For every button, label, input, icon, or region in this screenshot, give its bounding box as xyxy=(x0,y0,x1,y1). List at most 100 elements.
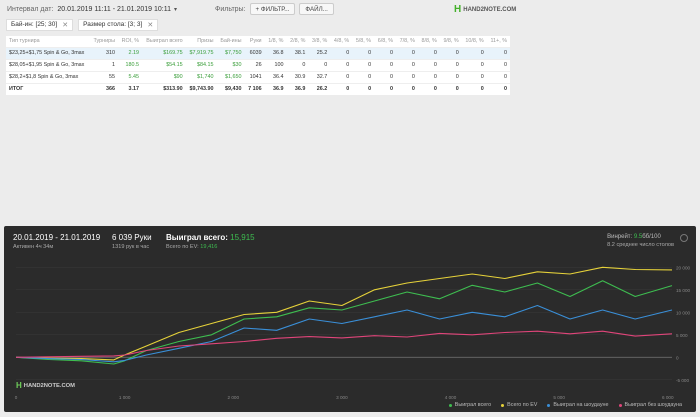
filter-chips: Бай-ин: [25; 30] ✕ Размер стола: [3; 3] ✕ xyxy=(6,18,163,31)
table-cell: 0 xyxy=(486,82,510,95)
table-cell: 0 xyxy=(439,70,462,83)
column-header[interactable]: Турниры xyxy=(90,36,118,47)
column-header[interactable]: 1/8, % xyxy=(265,36,287,47)
x-tick-label: 5 000 xyxy=(553,395,565,400)
column-header[interactable]: 2/8, % xyxy=(286,36,308,47)
legend-label: Всего по EV xyxy=(507,402,538,408)
table-row[interactable]: $23,25+$1,75 Spin & Go, 3max 310 2.19 $169.… xyxy=(6,46,510,59)
x-tick-label: 2 000 xyxy=(228,395,240,400)
column-header[interactable]: ROI, % xyxy=(118,36,142,47)
table-cell: 25.2 xyxy=(308,46,331,59)
table-cell: 6039 xyxy=(244,46,265,59)
legend-item[interactable]: Выиграл без шоудауна xyxy=(618,402,682,408)
table-cell: 0 xyxy=(396,70,418,83)
table-cell: 26.2 xyxy=(308,82,331,95)
table-row[interactable]: $28,05+$1,95 Spin & Go, 3max 1 180.5 $54.15… xyxy=(6,58,510,71)
hand2note-logo-icon: H xyxy=(16,381,22,390)
hand2note-logo-icon: H xyxy=(454,4,462,15)
table-cell: 55 xyxy=(89,70,118,83)
graph-logo: H HAND2NOTE.COM xyxy=(16,381,75,390)
chevron-down-icon[interactable]: ▾ xyxy=(174,6,177,13)
legend-dot-icon xyxy=(448,403,452,407)
table-cell: 30.9 xyxy=(286,70,309,83)
table-cell: 0 xyxy=(330,46,353,59)
series-line xyxy=(15,280,673,365)
chip-buyin[interactable]: Бай-ин: [25; 30] ✕ xyxy=(6,18,74,31)
column-header[interactable]: 9/8, % xyxy=(440,36,462,47)
column-header[interactable]: 8/8, % xyxy=(418,36,440,47)
legend-dot-icon xyxy=(501,403,505,407)
stats-table: Тип турнира Турниры ROI, % Выиграл всего При… xyxy=(6,36,510,95)
y-tick-label: 15 000 xyxy=(676,288,690,293)
chip-label: Размер стола: [3; 3] xyxy=(83,21,143,28)
table-cell: 0 xyxy=(486,70,510,83)
table-cell: 0 xyxy=(308,58,331,71)
column-header[interactable]: 11+, % xyxy=(487,36,510,47)
table-cell: 0 xyxy=(374,70,397,83)
table-cell: 36.9 xyxy=(264,82,287,95)
column-header[interactable]: Руки xyxy=(245,36,265,47)
table-cell: 180.5 xyxy=(117,58,143,71)
legend-label: Выиграл всего xyxy=(454,402,492,408)
file-button[interactable]: ФАЙЛ... xyxy=(299,3,334,15)
chip-table-size[interactable]: Размер стола: [3; 3] ✕ xyxy=(78,18,159,31)
x-tick-label: 6 000 xyxy=(662,395,674,400)
x-tick-label: 3 000 xyxy=(336,395,348,400)
table-cell: $169.75 xyxy=(142,46,186,59)
column-header[interactable]: 10/8, % xyxy=(462,36,487,47)
column-header[interactable]: Выиграл всего xyxy=(142,36,186,47)
table-cell: 32.7 xyxy=(308,70,331,83)
table-cell: 1041 xyxy=(244,70,265,83)
add-filter-button[interactable]: + ФИЛЬТР... xyxy=(249,3,296,15)
table-cell: 0 xyxy=(352,70,375,83)
total-row[interactable]: ИТОГ 366 3.17 $313.90 $9,743.90 $9,430 7 106 36… xyxy=(6,82,510,95)
column-header[interactable]: Тип турнира xyxy=(6,36,90,47)
table-cell: 0 xyxy=(396,46,418,59)
table-row[interactable]: $28,2+$1,8 Spin & Go, 3max 55 5.45 $90 $1,74… xyxy=(6,70,510,83)
column-header[interactable]: 5/8, % xyxy=(352,36,374,47)
table-cell: 36.8 xyxy=(264,46,287,59)
close-icon[interactable]: ✕ xyxy=(62,21,68,29)
column-header[interactable]: Бай-ины xyxy=(217,36,245,47)
table-cell: 0 xyxy=(439,82,462,95)
table-cell: 0 xyxy=(417,46,440,59)
column-header[interactable]: Призы xyxy=(186,36,217,47)
table-cell: $28,05+$1,95 Spin & Go, 3max xyxy=(6,58,90,71)
x-tick-label: 1 000 xyxy=(119,395,131,400)
table-cell: $7,750 xyxy=(216,46,245,59)
table-cell: 2.19 xyxy=(117,46,143,59)
table-header: Тип турнира Турниры ROI, % Выиграл всего При… xyxy=(6,36,510,47)
legend-item[interactable]: Всего по EV xyxy=(501,402,537,408)
table-cell: 0 xyxy=(417,58,440,71)
y-tick-label: 0 xyxy=(676,355,679,360)
graph-panel: 20.01.2019 - 21.01.2019 Активен 4ч 34м 6… xyxy=(4,226,696,412)
table-cell: 366 xyxy=(89,82,118,95)
table-cell: 0 xyxy=(352,82,375,95)
interval-value[interactable]: 20.01.2019 11:11 - 21.01.2019 10:11 xyxy=(57,6,171,13)
x-tick-label: 4 000 xyxy=(445,395,457,400)
table-cell: 0 xyxy=(352,46,375,59)
table-cell: 0 xyxy=(374,82,397,95)
table-cell: $9,743.90 xyxy=(185,82,217,95)
table-cell: 36.4 xyxy=(264,70,287,83)
legend-item[interactable]: Выиграл на шоудауне xyxy=(547,402,609,408)
table-cell: 0 xyxy=(439,46,462,59)
profit-graph: 20 000 15 000 10 000 5 000 0 -5 000 0 1 000 2 00… xyxy=(15,265,691,400)
table-cell: 0 xyxy=(461,58,487,71)
column-header[interactable]: 4/8, % xyxy=(330,36,352,47)
table-cell: 0 xyxy=(417,82,440,95)
table-cell: 0 xyxy=(330,58,353,71)
y-tick-label: 5 000 xyxy=(676,333,688,338)
table-cell: $313.90 xyxy=(142,82,186,95)
y-tick-label: 20 000 xyxy=(676,265,690,270)
close-icon[interactable]: ✕ xyxy=(147,21,153,29)
table-cell: 0 xyxy=(486,46,510,59)
column-header[interactable]: 7/8, % xyxy=(396,36,418,47)
table-cell: 3.17 xyxy=(117,82,143,95)
column-header[interactable]: 3/8, % xyxy=(308,36,330,47)
graph-logo-text: HAND2NOTE.COM xyxy=(23,382,75,389)
filters-label: Фильтры: xyxy=(215,5,246,13)
table-cell: $84.15 xyxy=(185,58,217,71)
legend-item[interactable]: Выиграл всего xyxy=(448,402,492,408)
column-header[interactable]: 6/8, % xyxy=(374,36,396,47)
